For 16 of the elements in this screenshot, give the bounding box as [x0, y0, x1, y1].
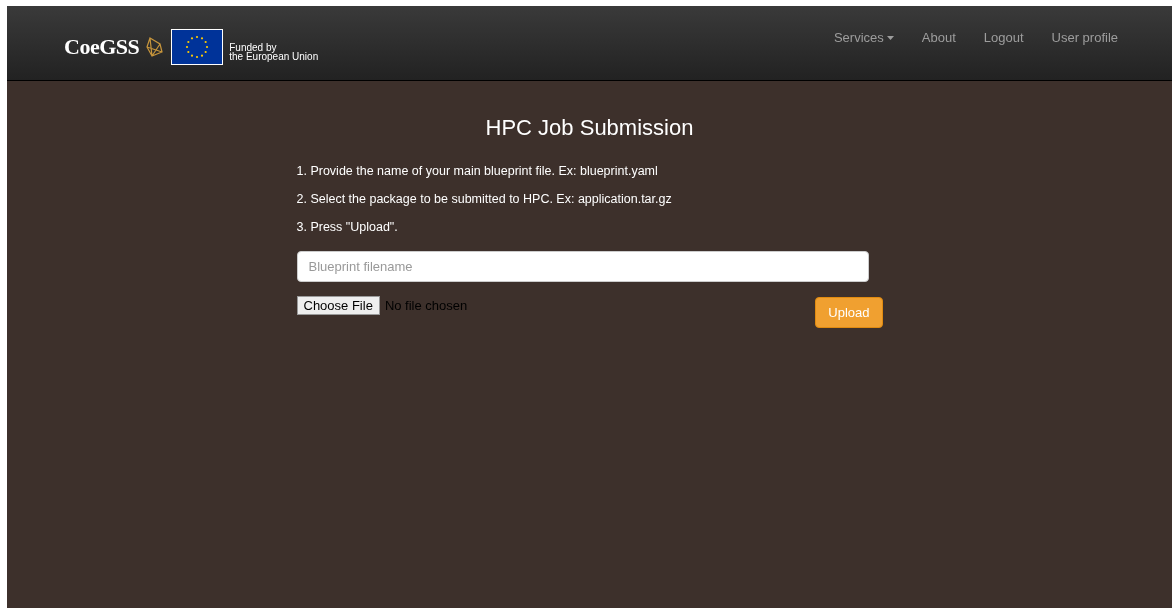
nav-link[interactable]: User profile: [1037, 29, 1132, 47]
instruction-text: 3. Press "Upload".: [296, 219, 399, 235]
blueprint-filename-field[interactable]: Blueprint filename: [296, 251, 869, 282]
choose-file-button[interactable]: Choose File: [296, 296, 380, 315]
funding-text: Funded by the European Union: [229, 43, 319, 61]
eu-flag-icon: [171, 29, 224, 65]
network-logo-icon: [145, 36, 166, 58]
caret-icon: [886, 36, 894, 40]
instruction-text: 1. Provide the name of your main blueprint file. Ex: blueprint.yaml: [296, 163, 659, 179]
page-title: HPC Job Submission: [484, 115, 695, 141]
brand-logo[interactable]: CoeGSS: [64, 34, 140, 60]
file-status: No file chosen: [384, 298, 468, 313]
nav-link[interactable]: About: [907, 29, 970, 47]
nav-link[interactable]: Services: [819, 29, 908, 47]
instruction-text: 2. Select the package to be submitted to HPC. Ex: application.tar.gz: [296, 191, 673, 207]
nav-link[interactable]: Logout: [969, 29, 1038, 47]
